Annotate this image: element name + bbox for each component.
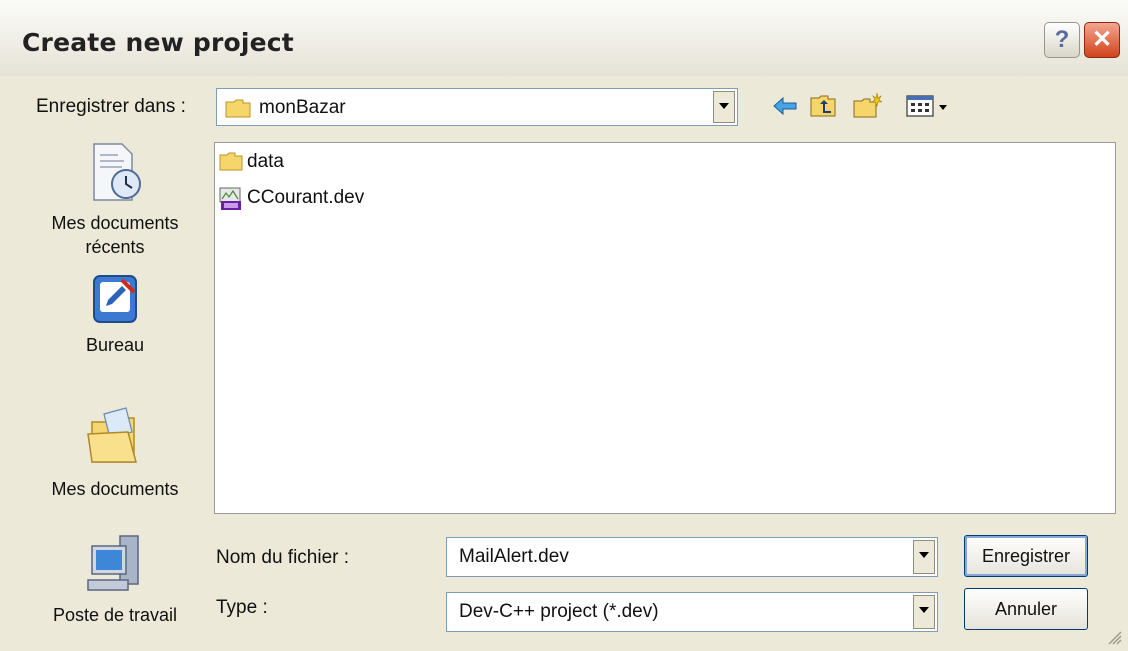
list-item[interactable]: CCourant.dev [219, 185, 419, 213]
my-computer-icon [87, 535, 139, 591]
up-folder-icon[interactable] [808, 92, 838, 120]
filetype-label: Type : [216, 597, 268, 618]
save-in-dropdown[interactable]: monBazar [216, 88, 738, 126]
dialog-window: Create new project ? ✕ Enregistrer dans … [0, 0, 1128, 651]
save-button[interactable]: Enregistrer [964, 535, 1088, 577]
new-folder-icon[interactable] [852, 92, 882, 120]
close-icon: ✕ [1091, 26, 1113, 53]
place-recent-label: Mes documents récents [51, 213, 179, 257]
filetype-dropdown[interactable]: Dev-C++ project (*.dev) [446, 592, 938, 632]
list-item[interactable]: data [219, 149, 339, 177]
help-button[interactable]: ? [1044, 22, 1080, 58]
view-menu-icon[interactable] [905, 92, 955, 120]
title-bar[interactable]: Create new project ? ✕ [0, 0, 1128, 76]
recent-documents-icon [93, 143, 141, 201]
resize-grip-icon[interactable] [1104, 627, 1122, 645]
place-my-computer-label: Poste de travail [52, 605, 178, 625]
place-desktop[interactable]: Bureau [30, 270, 200, 357]
place-desktop-label: Bureau [85, 335, 145, 355]
cancel-button[interactable]: Annuler [964, 588, 1088, 630]
folder-icon [219, 152, 243, 171]
help-icon: ? [1054, 26, 1070, 53]
dev-file-icon [219, 187, 241, 210]
save-in-value: monBazar [259, 97, 346, 118]
desktop-icon [93, 275, 137, 323]
file-name: CCourant.dev [247, 187, 365, 208]
place-recent[interactable]: Mes documents récents [30, 140, 200, 259]
place-my-documents[interactable]: Mes documents [30, 402, 200, 501]
folder-icon [225, 99, 251, 118]
my-documents-icon [87, 407, 137, 463]
place-my-computer[interactable]: Poste de travail [30, 532, 200, 627]
filename-label: Nom du fichier : [216, 547, 350, 568]
filetype-value: Dev-C++ project (*.dev) [459, 601, 659, 622]
chevron-down-icon[interactable] [913, 595, 935, 629]
chevron-down-icon[interactable] [713, 91, 735, 123]
filename-value: MailAlert.dev [459, 546, 569, 567]
window-title: Create new project [22, 28, 294, 57]
place-my-documents-label: Mes documents [51, 479, 179, 499]
save-in-label: Enregistrer dans : [36, 96, 186, 117]
filename-input[interactable]: MailAlert.dev [446, 537, 938, 577]
back-arrow-icon[interactable] [770, 92, 800, 120]
file-name: data [247, 151, 284, 172]
close-button[interactable]: ✕ [1084, 22, 1120, 58]
file-list[interactable]: data CCourant.dev [214, 142, 1116, 514]
chevron-down-icon[interactable] [913, 540, 935, 574]
